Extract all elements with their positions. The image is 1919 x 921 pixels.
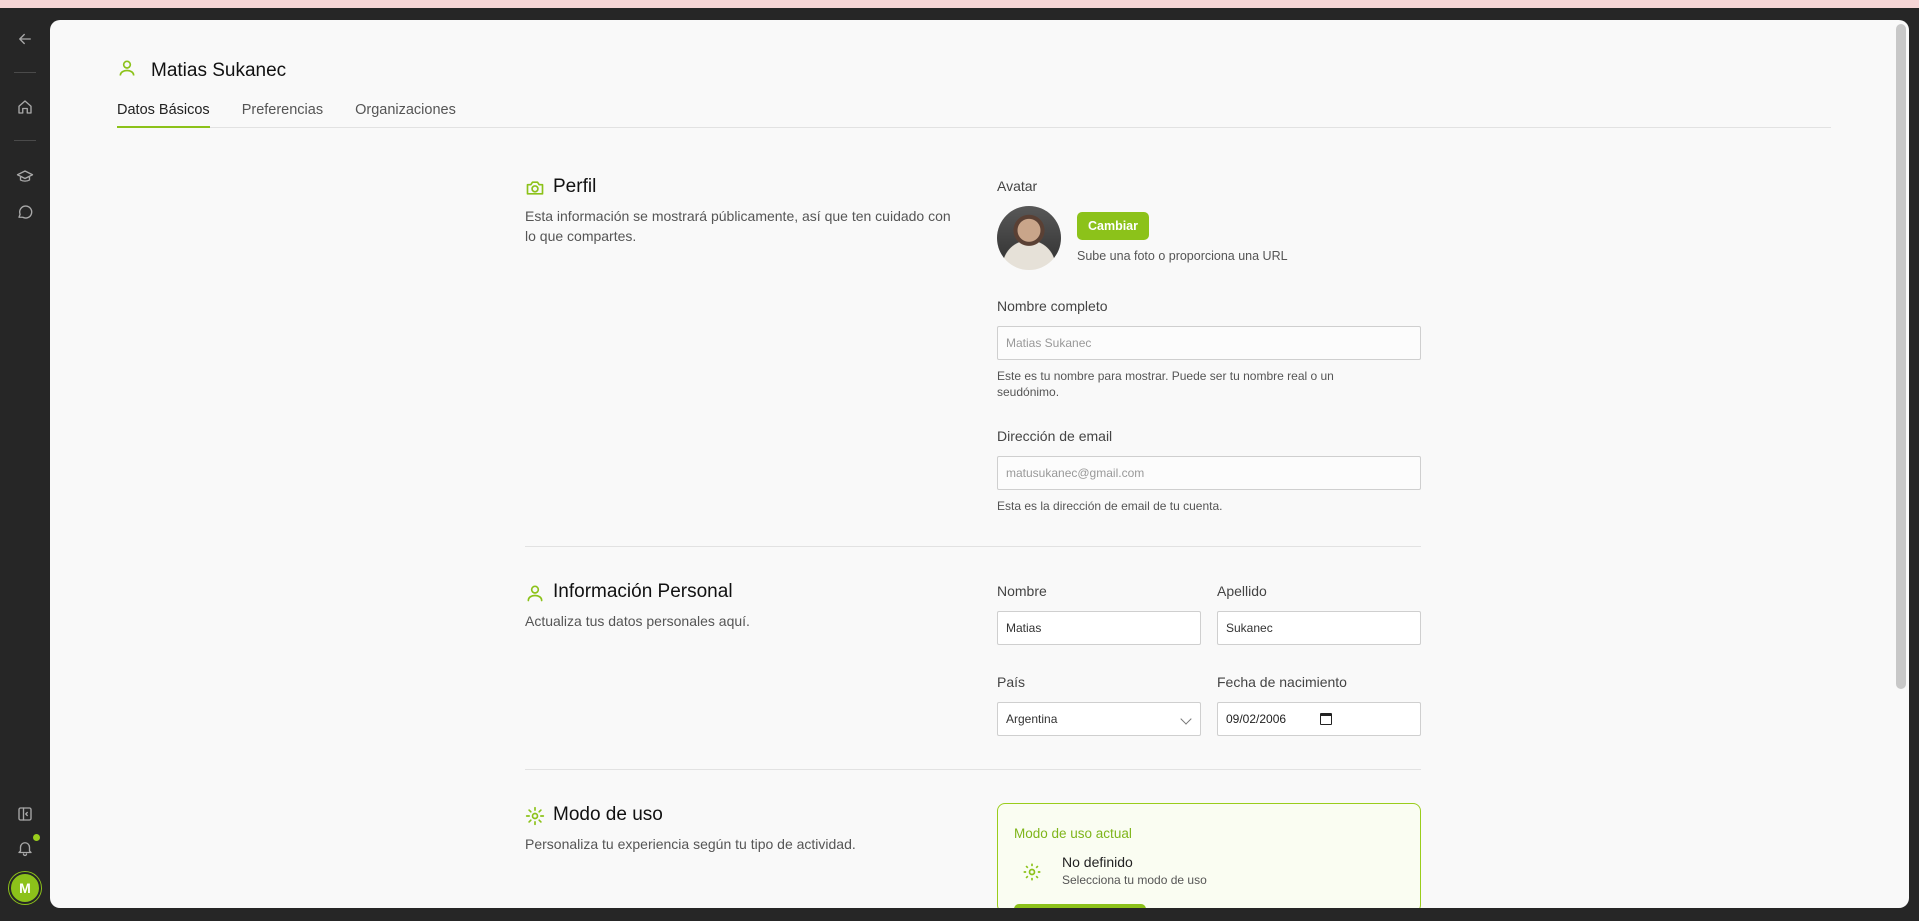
usage-current-value: No definido xyxy=(1062,854,1133,870)
usage-mode-card: Modo de uso actual No definido Seleccion… xyxy=(997,803,1421,908)
country-value: Argentina xyxy=(1006,712,1058,726)
last-name-label: Apellido xyxy=(1217,583,1267,599)
avatar-image xyxy=(997,206,1061,270)
tab-preferencias[interactable]: Preferencias xyxy=(242,100,323,128)
usage-card-title: Modo de uso actual xyxy=(1014,826,1132,841)
email-input[interactable]: matusukanec@gmail.com xyxy=(997,456,1421,490)
page-header: Matias Sukanec xyxy=(117,58,286,83)
avatar-label: Avatar xyxy=(997,178,1038,194)
calendar-icon[interactable] xyxy=(1320,713,1332,725)
tab-datos-basicos[interactable]: Datos Básicos xyxy=(117,100,210,128)
home-icon[interactable] xyxy=(14,96,36,118)
usage-current-hint: Selecciona tu modo de uso xyxy=(1062,873,1207,887)
user-icon xyxy=(117,58,137,83)
fullname-label: Nombre completo xyxy=(997,298,1108,314)
country-label: País xyxy=(997,674,1026,690)
chevron-down-icon xyxy=(1180,713,1192,725)
birthdate-label: Fecha de nacimiento xyxy=(1217,674,1347,690)
section-title-personal: Información Personal xyxy=(553,581,733,602)
section-divider xyxy=(525,546,1421,547)
section-desc-usage: Personaliza tu experiencia según tu tipo… xyxy=(525,836,856,852)
rail-divider xyxy=(14,140,36,141)
sidebar-toggle-icon[interactable] xyxy=(14,803,36,825)
tab-bar: Datos Básicos Preferencias Organizacione… xyxy=(117,100,1831,128)
birthdate-input[interactable]: 09/02/2006 xyxy=(1217,702,1421,736)
section-desc-personal: Actualiza tus datos personales aquí. xyxy=(525,613,750,629)
section-divider xyxy=(525,769,1421,770)
left-rail: M xyxy=(0,8,50,921)
email-label: Dirección de email xyxy=(997,428,1113,444)
first-name-input[interactable]: Matias xyxy=(997,611,1201,645)
gear-icon xyxy=(1022,862,1042,882)
rail-divider xyxy=(14,72,36,73)
user-avatar[interactable]: M xyxy=(9,872,41,904)
tab-organizaciones[interactable]: Organizaciones xyxy=(355,100,456,128)
fullname-input[interactable]: Matias Sukanec xyxy=(997,326,1421,360)
page-title: Matias Sukanec xyxy=(151,59,287,81)
gear-icon xyxy=(525,806,545,826)
section-title-perfil: Perfil xyxy=(553,176,597,197)
window-top-strip xyxy=(0,0,1919,8)
birthdate-value: 09/02/2006 xyxy=(1226,712,1287,726)
camera-icon xyxy=(525,178,545,198)
section-title-usage: Modo de uso xyxy=(553,804,663,825)
back-arrow-icon[interactable] xyxy=(14,28,36,50)
user-icon xyxy=(525,583,545,603)
fullname-helper: Este es tu nombre para mostrar. Puede se… xyxy=(997,369,1334,399)
country-select[interactable]: Argentina xyxy=(997,702,1201,736)
last-name-input[interactable]: Sukanec xyxy=(1217,611,1421,645)
main-panel: Matias Sukanec Datos Básicos Preferencia… xyxy=(50,20,1909,908)
notification-badge xyxy=(33,834,40,841)
first-name-label: Nombre xyxy=(997,583,1047,599)
scrollbar[interactable] xyxy=(1896,24,1906,689)
change-avatar-button[interactable]: Cambiar xyxy=(1077,212,1149,240)
email-helper: Esta es la dirección de email de tu cuen… xyxy=(997,499,1223,513)
section-desc-perfil: Esta información se mostrará públicament… xyxy=(525,208,951,244)
bell-icon[interactable] xyxy=(14,837,36,859)
select-usage-button[interactable] xyxy=(1014,904,1146,908)
graduation-cap-icon[interactable] xyxy=(14,166,36,188)
chat-bubble-icon[interactable] xyxy=(14,201,36,223)
avatar-hint: Sube una foto o proporciona una URL xyxy=(1077,249,1288,263)
